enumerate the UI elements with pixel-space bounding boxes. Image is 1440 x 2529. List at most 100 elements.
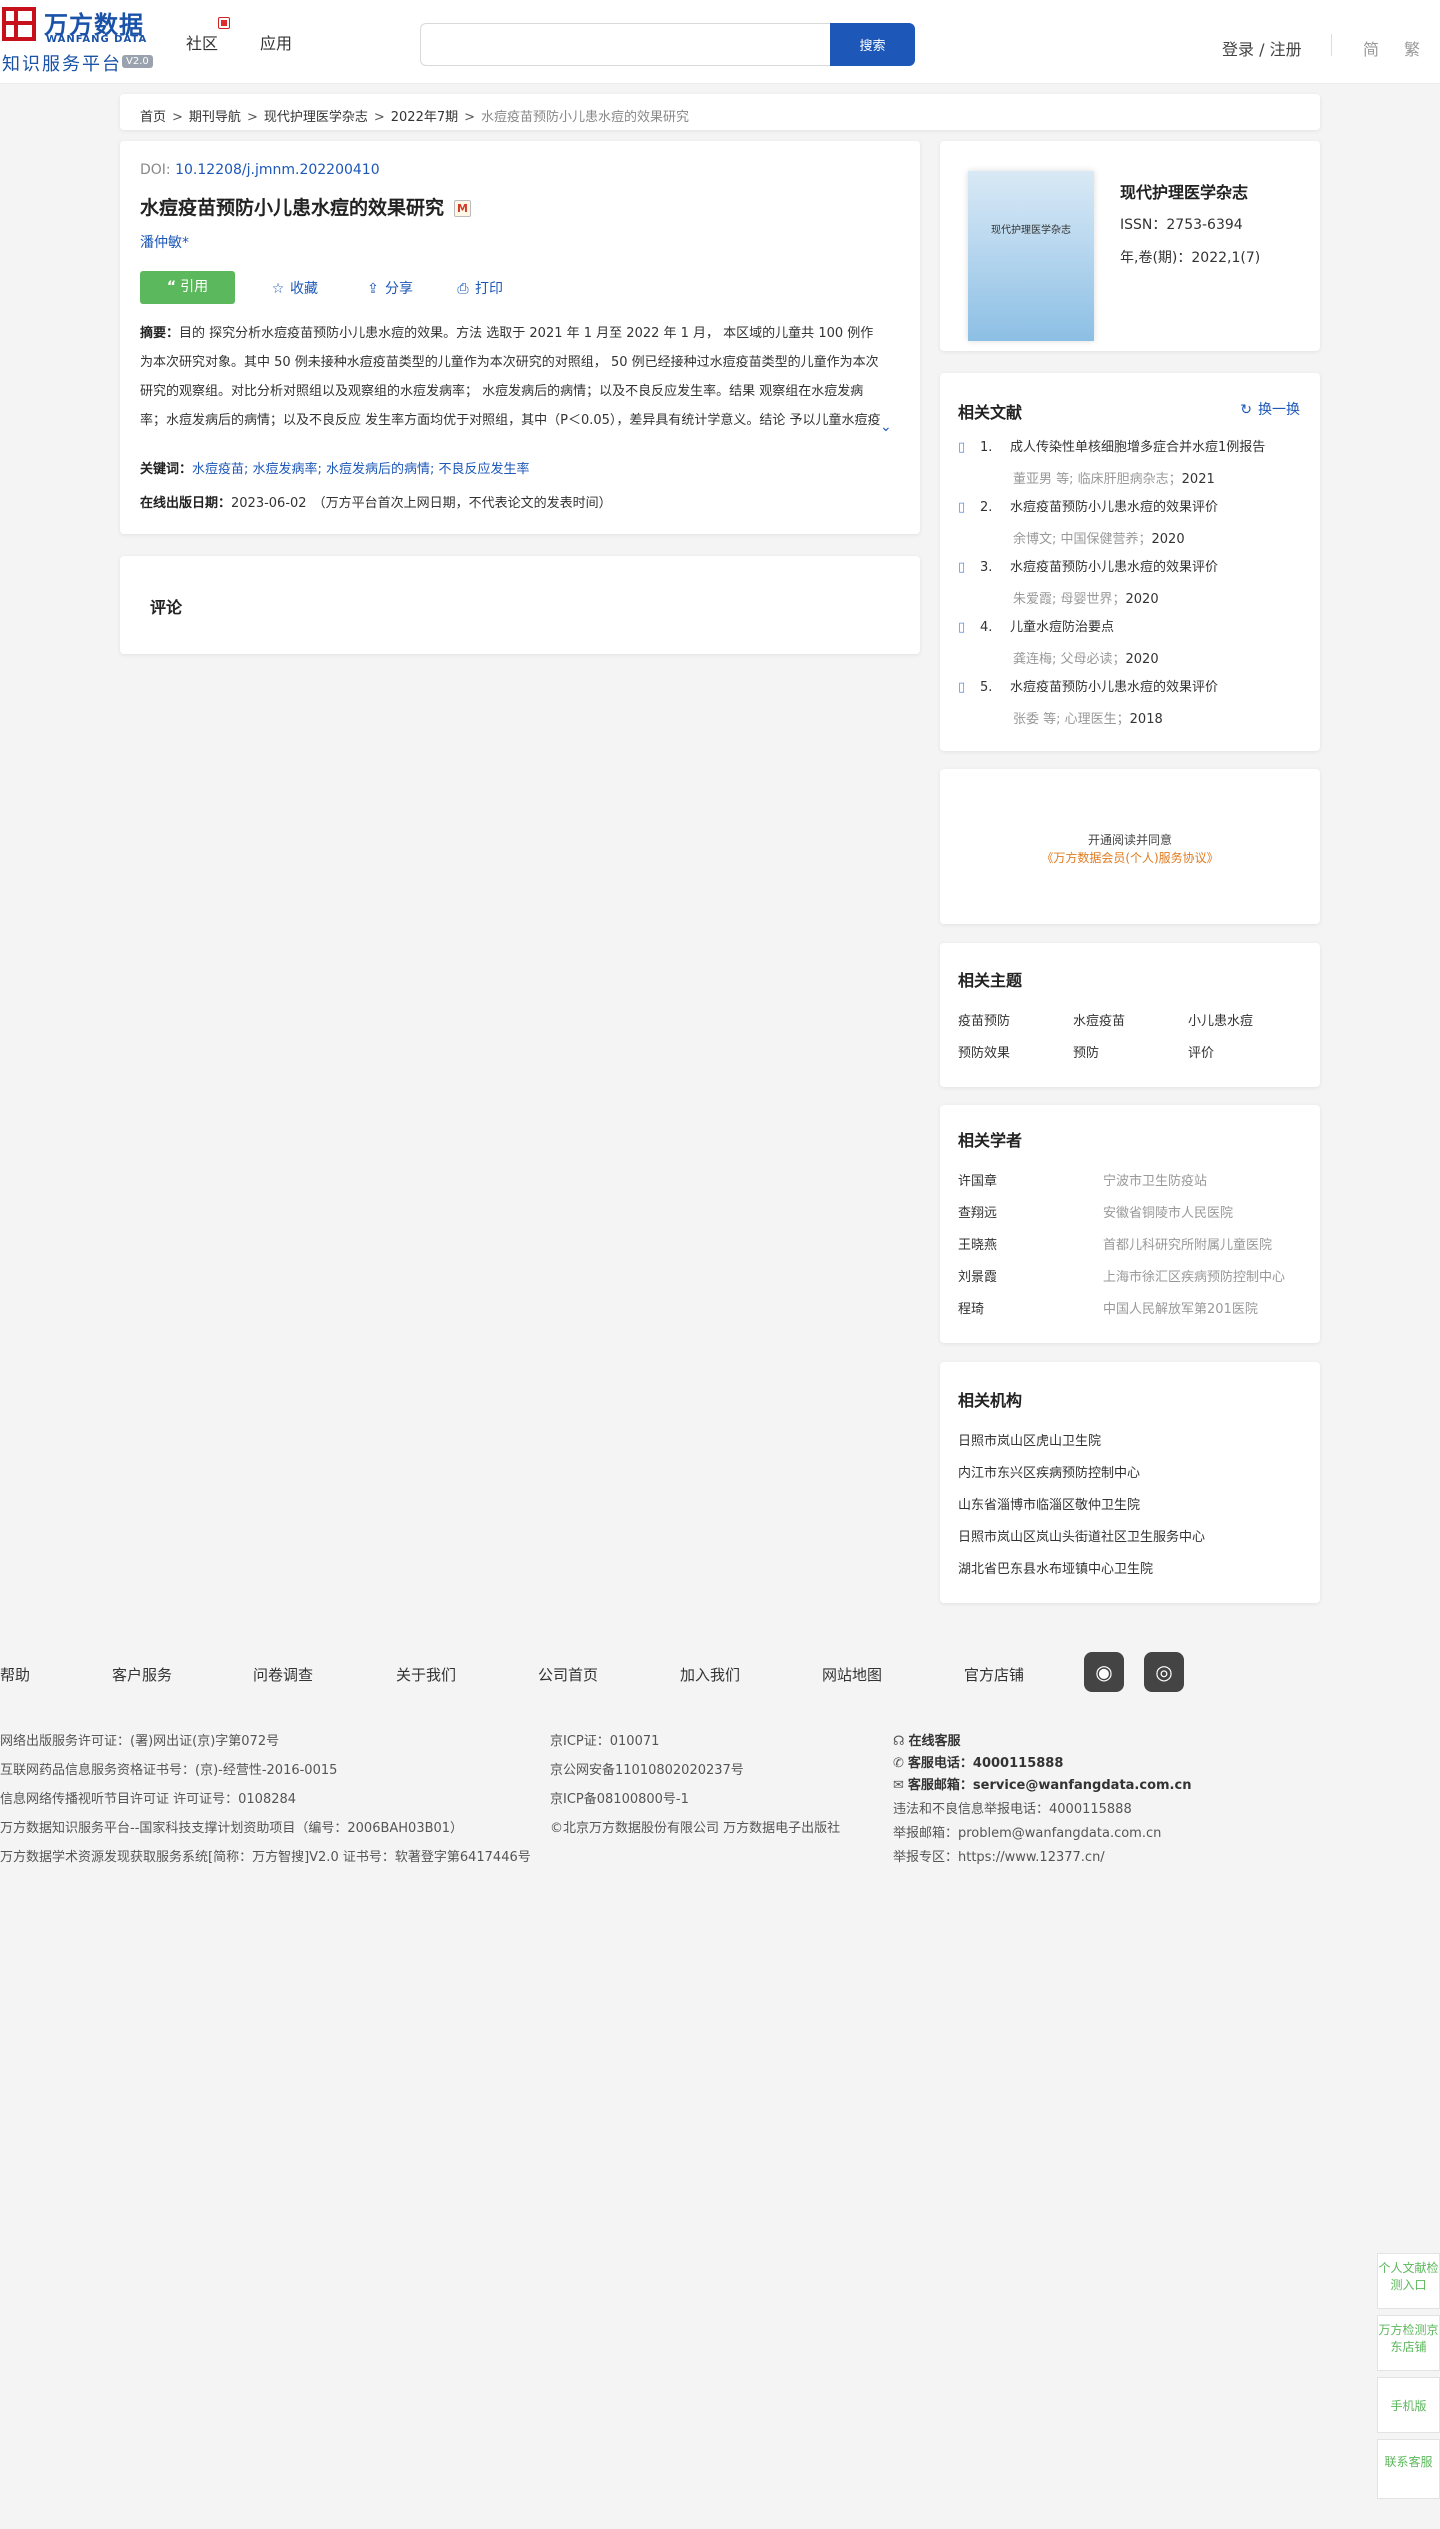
- scholar-org[interactable]: 首都儿科研究所附属儿童医院: [1103, 1234, 1272, 1253]
- email-label: 客服邮箱：: [907, 1778, 973, 1793]
- scholar-name[interactable]: 刘景霞: [958, 1266, 997, 1285]
- float-doc-check[interactable]: 个人文献检测入口: [1377, 2253, 1440, 2309]
- doc-meta: 余博文; 中国保健营养；: [1013, 532, 1152, 547]
- topics-title: 相关主题: [958, 971, 1023, 990]
- favorite-button[interactable]: ☆ 收藏: [270, 278, 318, 298]
- scholar-org[interactable]: 宁波市卫生防疫站: [1103, 1170, 1207, 1189]
- footer-customer-service[interactable]: 客户服务: [112, 1664, 172, 1685]
- share-button[interactable]: ⇪ 分享: [365, 278, 413, 298]
- related-doc-item[interactable]: ▯ 1. 成人传染性单核细胞增多症合并水痘1例报告 董亚男 等; 临床肝胆病杂志；2…: [958, 436, 1318, 487]
- print-button[interactable]: ⎙ 打印: [455, 278, 503, 298]
- topic-tag[interactable]: 水痘疫苗: [1073, 1010, 1125, 1029]
- related-docs-title: 相关文献: [958, 403, 1023, 422]
- institution-item[interactable]: 内江市东兴区疾病预防控制中心: [958, 1462, 1140, 1481]
- publish-date: 在线出版日期：2023-06-02 （万方平台首次上网日期，不代表论文的发表时间）: [140, 492, 612, 511]
- lang-simplified[interactable]: 简: [1363, 36, 1379, 60]
- scholar-name[interactable]: 程琦: [958, 1298, 984, 1317]
- scholar-org[interactable]: 上海市徐汇区疾病预防控制中心: [1103, 1266, 1285, 1285]
- print-icon: ⎙: [457, 281, 469, 297]
- footer-company[interactable]: 公司首页: [538, 1664, 598, 1685]
- float-jd-store[interactable]: 万方检测京东店铺: [1377, 2315, 1440, 2371]
- topic-tag[interactable]: 预防: [1073, 1042, 1099, 1061]
- footer-survey[interactable]: 问卷调查: [253, 1664, 313, 1685]
- footer-about[interactable]: 关于我们: [396, 1664, 456, 1685]
- doc-title[interactable]: 水痘疫苗预防小儿患水痘的效果评价: [1010, 560, 1218, 575]
- institution-item[interactable]: 日照市岚山区岚山头街道社区卫生服务中心: [958, 1526, 1205, 1545]
- article-title-text: 水痘疫苗预防小儿患水痘的效果研究: [140, 197, 445, 219]
- footer-help[interactable]: 帮助: [0, 1664, 30, 1685]
- topic-tag[interactable]: 疫苗预防: [958, 1010, 1010, 1029]
- footer-icp[interactable]: 京ICP证：010071: [550, 1730, 659, 1749]
- footer-icp[interactable]: 京ICP备08100800号-1: [550, 1788, 689, 1807]
- journal-cover-image[interactable]: 现代护理医学杂志: [968, 171, 1094, 341]
- footer-sitemap[interactable]: 网站地图: [822, 1664, 882, 1685]
- weibo-icon[interactable]: ◉: [1084, 1652, 1124, 1692]
- print-label: 打印: [475, 281, 503, 297]
- doc-no: 5.: [980, 680, 993, 695]
- footer-store[interactable]: 官方店铺: [964, 1664, 1024, 1685]
- scholar-name[interactable]: 许国章: [958, 1170, 997, 1189]
- topics-card: 相关主题 疫苗预防 水痘疫苗 小儿患水痘 预防效果 预防 评价: [940, 943, 1320, 1087]
- service-email: ✉ 客服邮箱：service@wanfangdata.com.cn: [893, 1774, 1191, 1793]
- breadcrumb-journal[interactable]: 现代护理医学杂志: [264, 110, 368, 125]
- doi-link[interactable]: 10.12208/j.jmnm.202200410: [175, 162, 380, 178]
- pub-date-value: 2023-06-02: [231, 496, 307, 511]
- scholars-title: 相关学者: [958, 1131, 1023, 1150]
- cite-button[interactable]: “引用: [140, 271, 235, 304]
- doc-title[interactable]: 成人传染性单核细胞增多症合并水痘1例报告: [1010, 440, 1265, 455]
- scholar-org[interactable]: 安徽省铜陵市人民医院: [1103, 1202, 1233, 1221]
- journal-name[interactable]: 现代护理医学杂志: [1120, 179, 1248, 203]
- related-doc-item[interactable]: ▯ 2. 水痘疫苗预防小儿患水痘的效果评价 余博文; 中国保健营养；2020: [958, 496, 1318, 547]
- report-site[interactable]: 举报专区：https://www.12377.cn/: [893, 1846, 1105, 1865]
- logo-text-en: WANFANG DATA: [46, 34, 148, 45]
- login-register-link[interactable]: 登录 / 注册: [1222, 36, 1302, 60]
- notification-badge-icon: [218, 17, 230, 29]
- institution-item[interactable]: 湖北省巴东县水布垭镇中心卫生院: [958, 1558, 1153, 1577]
- scholar-org[interactable]: 中国人民解放军第201医院: [1103, 1298, 1258, 1317]
- abstract-label: 摘要：: [140, 326, 180, 341]
- breadcrumb-home[interactable]: 首页: [140, 110, 166, 125]
- book-icon: ▯: [958, 560, 966, 575]
- related-doc-item[interactable]: ▯ 3. 水痘疫苗预防小儿患水痘的效果评价 朱爱霞; 母婴世界；2020: [958, 556, 1318, 607]
- doc-no: 2.: [980, 500, 993, 515]
- refresh-icon: ↻: [1240, 402, 1252, 418]
- breadcrumb-journal-nav[interactable]: 期刊导航: [189, 110, 241, 125]
- topic-tag[interactable]: 评价: [1188, 1042, 1214, 1061]
- breadcrumb-issue[interactable]: 2022年7期: [391, 110, 458, 125]
- institution-item[interactable]: 山东省淄博市临淄区敬仲卫生院: [958, 1494, 1140, 1513]
- email-value[interactable]: service@wanfangdata.com.cn: [973, 1778, 1192, 1793]
- footer-join[interactable]: 加入我们: [680, 1664, 740, 1685]
- topic-tag[interactable]: 小儿患水痘: [1188, 1010, 1253, 1029]
- media-tag-icon[interactable]: M: [454, 200, 472, 217]
- promo-agreement-link[interactable]: 《万方数据会员(个人)服务协议》: [940, 849, 1320, 866]
- service-phone: ✆ 客服电话：4000115888: [893, 1752, 1063, 1771]
- float-contact-service[interactable]: 联系客服: [1377, 2439, 1440, 2499]
- topic-tag[interactable]: 预防效果: [958, 1042, 1010, 1061]
- share-label: 分享: [385, 281, 413, 297]
- float-mobile[interactable]: 手机版: [1377, 2377, 1440, 2433]
- doc-title[interactable]: 儿童水痘防治要点: [1010, 620, 1114, 635]
- doc-title[interactable]: 水痘疫苗预防小儿患水痘的效果评价: [1010, 500, 1218, 515]
- breadcrumb-current: 水痘疫苗预防小儿患水痘的效果研究: [481, 110, 690, 125]
- report-email[interactable]: 举报邮箱：problem@wanfangdata.com.cn: [893, 1822, 1161, 1841]
- keywords-links[interactable]: 水痘疫苗; 水痘发病率; 水痘发病后的病情; 不良反应发生率: [192, 462, 530, 477]
- footer-icp[interactable]: 京公网安备11010802020237号: [550, 1759, 744, 1778]
- author-link[interactable]: 潘仲敏*: [140, 232, 189, 252]
- related-doc-item[interactable]: ▯ 4. 儿童水痘防治要点 龚连梅; 父母必读；2020: [958, 616, 1318, 667]
- wechat-icon[interactable]: ◎: [1144, 1652, 1184, 1692]
- wanfang-logo-icon[interactable]: [2, 7, 36, 41]
- nav-community[interactable]: 社区: [186, 30, 218, 54]
- scholar-name[interactable]: 王晓燕: [958, 1234, 997, 1253]
- expand-chevron-icon[interactable]: ⌄: [880, 419, 892, 435]
- lang-traditional[interactable]: 繁: [1404, 36, 1420, 60]
- related-doc-item[interactable]: ▯ 5. 水痘疫苗预防小儿患水痘的效果评价 张委 等; 心理医生；2018: [958, 676, 1318, 727]
- online-service-link[interactable]: ☊ 在线客服: [893, 1730, 961, 1749]
- nav-apps[interactable]: 应用: [260, 30, 292, 54]
- institution-item[interactable]: 日照市岚山区虎山卫生院: [958, 1430, 1101, 1449]
- doc-title[interactable]: 水痘疫苗预防小儿患水痘的效果评价: [1010, 680, 1218, 695]
- doc-year: 2021: [1181, 472, 1215, 487]
- scholar-name[interactable]: 查翔远: [958, 1202, 997, 1221]
- refresh-button[interactable]: ↻ 换一换: [1240, 399, 1300, 419]
- search-button[interactable]: 搜索: [830, 23, 915, 66]
- search-input[interactable]: [420, 23, 830, 66]
